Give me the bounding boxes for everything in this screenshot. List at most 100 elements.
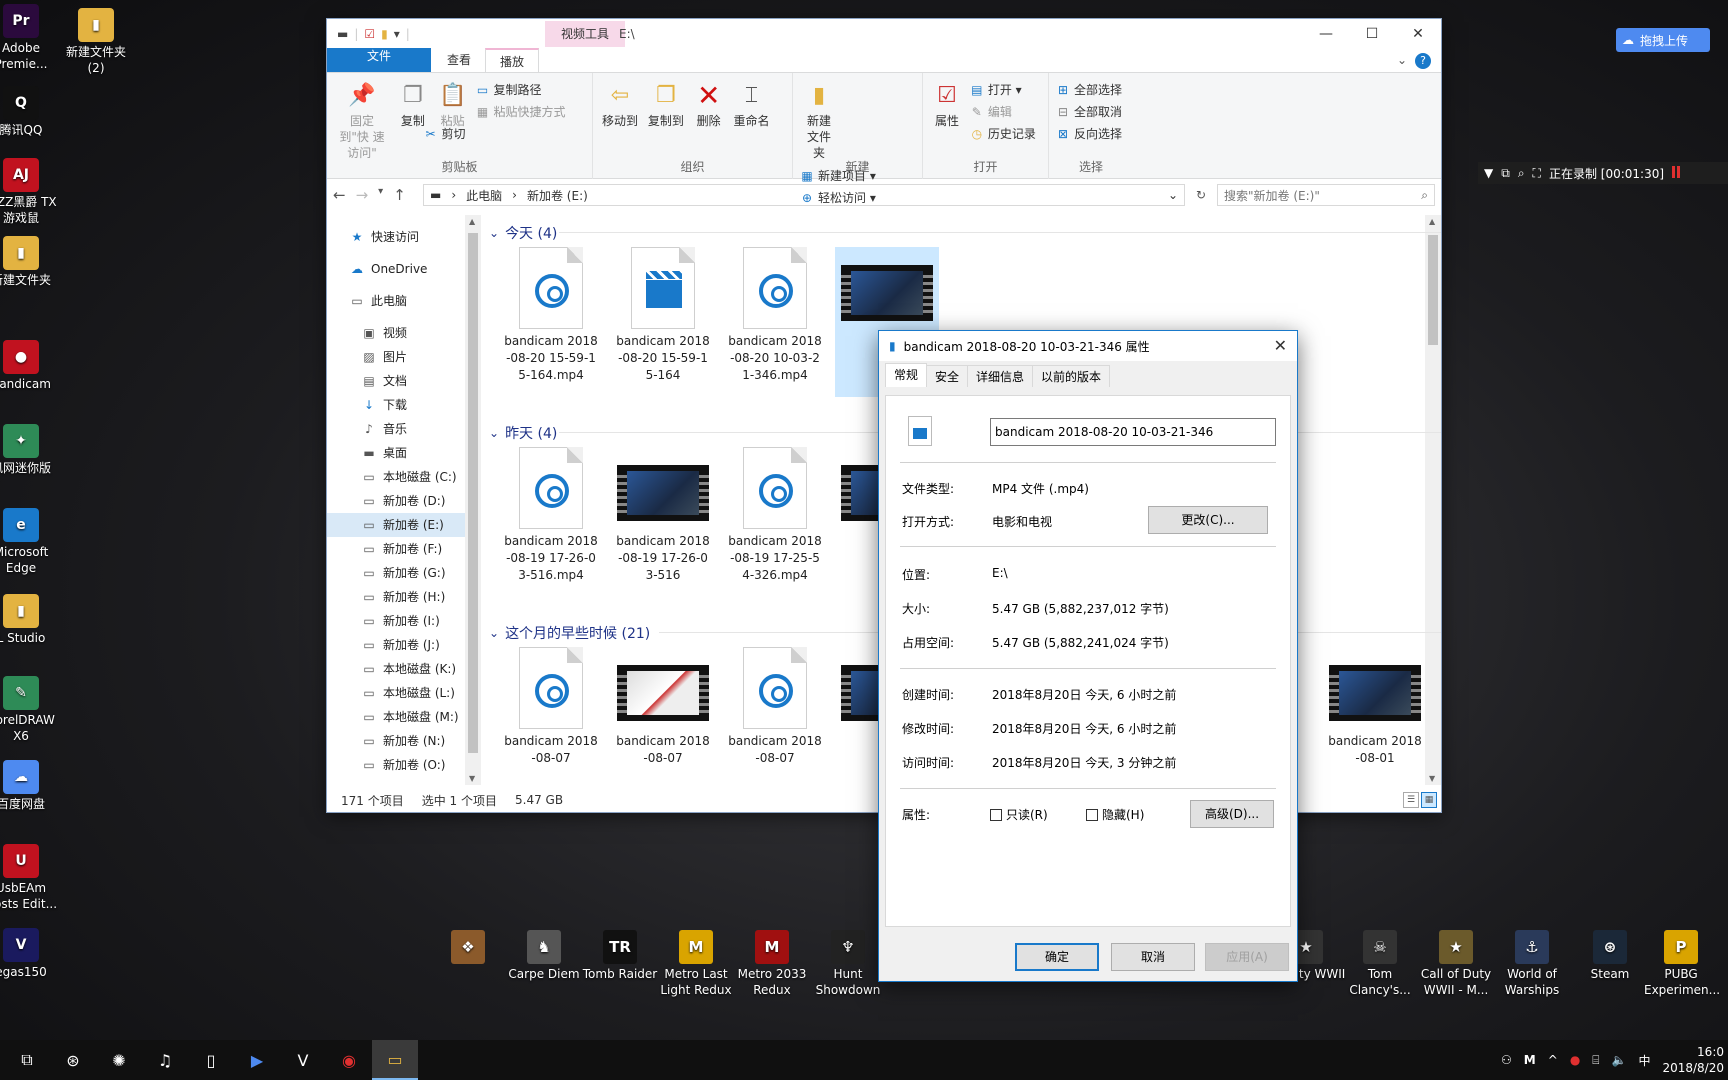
nav-item[interactable]: ▭ 本地磁盘 (L:) xyxy=(327,681,465,705)
back-arrow-icon[interactable]: ← xyxy=(333,186,346,204)
nav-item[interactable]: ▭ 本地磁盘 (C:) xyxy=(327,465,465,489)
desktop-folder-icon[interactable]: ▮ 新建文件夹 (2) xyxy=(56,8,136,76)
nav-item[interactable]: ▭ 新加卷 (H:) xyxy=(327,585,465,609)
document-icon[interactable]: ▯ xyxy=(188,1040,234,1080)
pin-quick-access-button[interactable]: 📌 固定到"快 速访问" xyxy=(333,77,391,163)
file-item[interactable]: bandicam 2018-08-07 xyxy=(723,647,827,785)
tab-play[interactable]: 播放 xyxy=(485,48,540,72)
nav-item[interactable]: ▭ 本地磁盘 (K:) xyxy=(327,657,465,681)
open-button[interactable]: ▤ 打开 ▾ xyxy=(969,79,1036,101)
crop-icon[interactable]: ⛶ xyxy=(1533,166,1541,181)
breadcrumb-drive[interactable]: 新加卷 (E:) xyxy=(527,187,588,204)
chevron-up-icon[interactable]: ^ xyxy=(1548,1053,1558,1067)
desktop-shortcut[interactable]: PrAdobe Premie... xyxy=(0,4,62,72)
scroll-down-icon[interactable]: ▼ xyxy=(1429,774,1435,783)
delete-button[interactable]: ✕ 删除 xyxy=(691,77,727,131)
steam-icon[interactable]: ⊛ xyxy=(50,1040,96,1080)
game-shortcut[interactable]: ⊛ Steam xyxy=(1568,930,1652,982)
invert-selection-button[interactable]: ⊠ 反向选择 xyxy=(1055,123,1122,145)
copy-path-button[interactable]: ▭ 复制路径 xyxy=(474,79,565,101)
nav-scrollbar[interactable]: ▲ ▼ xyxy=(465,215,481,785)
help-icon[interactable]: ? xyxy=(1415,53,1431,69)
desktop-shortcut[interactable]: UUsbEAm Hosts Edit... xyxy=(0,844,62,912)
new-folder-icon[interactable]: ▮ xyxy=(381,27,388,41)
desktop-shortcut[interactable]: ✦ 讯网迷你版 xyxy=(0,424,62,476)
game-shortcut[interactable]: M Metro 2033 Redux xyxy=(730,930,814,998)
new-folder-button[interactable]: ▮ 新建 文件夹 xyxy=(799,77,839,163)
dialog-tab[interactable]: 安全 xyxy=(926,365,969,387)
desktop-shortcut[interactable]: ▮ L Studio xyxy=(0,594,62,646)
search-icon[interactable]: ⌕ xyxy=(1518,166,1525,181)
nav-item[interactable]: ▭ 新加卷 (I:) xyxy=(327,609,465,633)
copy-to-button[interactable]: ❐ 复制到 xyxy=(645,77,687,131)
large-icons-view-icon[interactable]: ▦ xyxy=(1421,792,1437,808)
hidden-checkbox[interactable]: 隐藏(H) xyxy=(1086,806,1144,823)
dialog-tab[interactable]: 详细信息 xyxy=(967,365,1034,387)
desktop-shortcut[interactable]: Q 腾讯QQ xyxy=(0,86,62,138)
nav-item[interactable]: ↓ 下载 xyxy=(327,393,465,417)
window-icon[interactable]: ⧉ xyxy=(1501,166,1510,181)
filename-input[interactable]: bandicam 2018-08-20 10-03-21-346 xyxy=(990,418,1276,446)
search-input[interactable]: 搜索"新加卷 (E:)" ⌕ xyxy=(1217,184,1435,206)
clock[interactable]: 16:0 2018/8/20 xyxy=(1662,1044,1724,1076)
game-shortcut[interactable]: ❖ xyxy=(426,930,510,966)
nav-scroll-thumb[interactable] xyxy=(468,233,478,753)
cut-button[interactable]: ✂ 剪切 xyxy=(422,123,565,145)
paste-shortcut-button[interactable]: ▦ 粘贴快捷方式 xyxy=(474,101,566,123)
desktop-shortcut[interactable]: ▮ 新建文件夹 xyxy=(0,236,62,288)
file-item[interactable]: bandicam 2018-08-07 xyxy=(499,647,603,785)
nav-item[interactable]: ▭ 新加卷 (N:) xyxy=(327,729,465,753)
baidu-upload-button[interactable]: ☁ 拖拽上传 xyxy=(1616,28,1710,52)
file-item[interactable]: bandicam 2018-08-07 xyxy=(611,647,715,785)
nav-item[interactable]: ▭ 本地磁盘 (M:) xyxy=(327,705,465,729)
desktop-shortcut[interactable]: Vegas150 xyxy=(0,928,62,980)
game-shortcut[interactable]: ♞ Carpe Diem xyxy=(502,930,586,982)
tab-file[interactable]: 文件 xyxy=(327,48,431,72)
nav-item[interactable]: ▬ 桌面 xyxy=(327,441,465,465)
group-header[interactable]: ⌄ 今天 (4) xyxy=(489,223,1441,243)
chevron-down-icon[interactable]: ▾ xyxy=(394,27,400,41)
up-arrow-icon[interactable]: ↑ xyxy=(393,186,406,204)
apply-button[interactable]: 应用(A) xyxy=(1205,943,1289,971)
input-method-icon[interactable]: 中 xyxy=(1638,1052,1650,1069)
nav-item[interactable]: ▨ 图片 xyxy=(327,345,465,369)
file-item[interactable]: bandicam 2018-08-20 15-59-15-164 xyxy=(611,247,715,397)
desktop-shortcut[interactable]: ● Bandicam xyxy=(0,340,62,392)
breadcrumb-this-pc[interactable]: 此电脑 xyxy=(466,187,502,204)
dialog-tab[interactable]: 常规 xyxy=(885,363,928,387)
color-wheel-icon[interactable]: ✺ xyxy=(96,1040,142,1080)
close-icon[interactable]: ✕ xyxy=(1274,336,1287,355)
fl-studio-icon[interactable]: ♫ xyxy=(142,1040,188,1080)
bandicam-icon[interactable]: ◉ xyxy=(326,1040,372,1080)
nav-item[interactable]: ▭ 新加卷 (E:) xyxy=(327,513,465,537)
close-button[interactable]: ✕ xyxy=(1395,19,1441,49)
nav-item[interactable]: ▣ 视频 xyxy=(327,321,465,345)
address-bar[interactable]: ▬ › 此电脑 › 新加卷 (E:) ⌄ xyxy=(423,184,1185,206)
game-shortcut[interactable]: TR Tomb Raider xyxy=(578,930,662,982)
select-all-button[interactable]: ⊞ 全部选择 xyxy=(1055,79,1122,101)
refresh-icon[interactable]: ↻ xyxy=(1191,188,1211,202)
desktop-shortcut[interactable]: AJJAZZ黑爵 TX游戏鼠 xyxy=(0,158,62,226)
game-shortcut[interactable]: ⚓ World of Warships xyxy=(1490,930,1574,998)
nav-item[interactable]: ▭ 新加卷 (O:) xyxy=(327,753,465,777)
file-scrollbar[interactable]: ▲ ▼ xyxy=(1425,215,1441,785)
minimize-button[interactable]: — xyxy=(1303,19,1349,49)
media-player-icon[interactable]: ▶ xyxy=(234,1040,280,1080)
nav-item[interactable]: ▭ 新加卷 (J:) xyxy=(327,633,465,657)
task-view-icon[interactable]: ⧉ xyxy=(4,1040,50,1080)
pause-icon[interactable] xyxy=(1672,165,1682,181)
ime-icon[interactable]: M xyxy=(1524,1053,1536,1067)
file-item[interactable]: bandicam 2018-08-20 10-03-21-346.mp4 xyxy=(723,247,827,397)
file-item[interactable]: bandicam 2018-08-20 15-59-15-164.mp4 xyxy=(499,247,603,397)
file-item[interactable]: bandicam 2018-08-19 17-25-54-326.mp4 xyxy=(723,447,827,597)
cancel-button[interactable]: 取消 xyxy=(1111,943,1195,971)
scroll-up-icon[interactable]: ▲ xyxy=(1429,217,1435,226)
volume-icon[interactable]: 🔈 xyxy=(1612,1053,1627,1067)
game-shortcut[interactable]: P PUBG Experimen... xyxy=(1644,930,1720,998)
readonly-checkbox[interactable]: 只读(R) xyxy=(990,806,1048,823)
nav-item[interactable]: ▭ 新加卷 (F:) xyxy=(327,537,465,561)
forward-arrow-icon[interactable]: → xyxy=(356,186,369,204)
tab-view[interactable]: 查看 xyxy=(433,48,485,72)
chevron-down-icon[interactable]: ⌄ xyxy=(1397,53,1407,67)
game-shortcut[interactable]: ☠ Tom Clancy's... xyxy=(1338,930,1422,998)
